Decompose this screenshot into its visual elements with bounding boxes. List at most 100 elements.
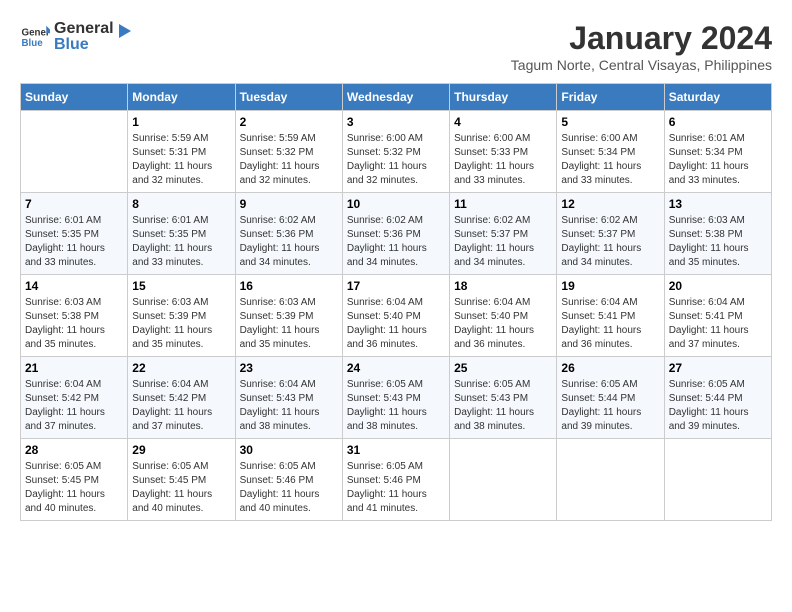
day-info: Sunrise: 6:02 AMSunset: 5:37 PMDaylight:…: [454, 214, 552, 270]
day-number: 7: [25, 197, 123, 211]
calendar-cell: 13Sunrise: 6:03 AMSunset: 5:38 PMDayligh…: [664, 193, 771, 275]
day-number: 31: [347, 443, 445, 457]
day-info: Sunrise: 6:01 AMSunset: 5:35 PMDaylight:…: [25, 214, 123, 270]
svg-text:Blue: Blue: [22, 38, 44, 49]
calendar-cell: 25 Sunrise: 6:05 AMSunset: 5:43 PMDayligh…: [450, 357, 557, 439]
day-number: 2: [240, 115, 338, 129]
day-info: Sunrise: 6:05 AMSunset: 5:44 PMDaylight:…: [561, 378, 659, 434]
day-number: 6: [669, 115, 767, 129]
logo-triangle-icon: [115, 22, 133, 40]
calendar-cell: 1Sunrise: 5:59 AMSunset: 5:31 PMDaylight…: [128, 111, 235, 193]
calendar-cell: 24Sunrise: 6:05 AMSunset: 5:43 PMDayligh…: [342, 357, 449, 439]
day-info: Sunrise: 6:01 AMSunset: 5:34 PMDaylight:…: [669, 132, 767, 188]
calendar-cell: 10Sunrise: 6:02 AMSunset: 5:36 PMDayligh…: [342, 193, 449, 275]
day-header-friday: Friday: [557, 84, 664, 111]
days-header-row: SundayMondayTuesdayWednesdayThursdayFrid…: [21, 84, 772, 111]
day-number: 26: [561, 361, 659, 375]
day-info: Sunrise: 6:05 AMSunset: 5:45 PMDaylight:…: [25, 460, 123, 516]
day-number: 14: [25, 279, 123, 293]
day-number: 8: [132, 197, 230, 211]
day-info: Sunrise: 5:59 AMSunset: 5:32 PMDaylight:…: [240, 132, 338, 188]
day-info: Sunrise: 6:05 AMSunset: 5:43 PMDaylight:…: [454, 378, 552, 434]
day-info: Sunrise: 6:02 AMSunset: 5:36 PMDaylight:…: [347, 214, 445, 270]
day-info: Sunrise: 6:04 AMSunset: 5:42 PMDaylight:…: [132, 378, 230, 434]
day-number: 27: [669, 361, 767, 375]
day-header-thursday: Thursday: [450, 84, 557, 111]
day-info: Sunrise: 6:04 AMSunset: 5:43 PMDaylight:…: [240, 378, 338, 434]
calendar-cell: 27 Sunrise: 6:05 AMSunset: 5:44 PMDayligh…: [664, 357, 771, 439]
day-number: 28: [25, 443, 123, 457]
day-info: Sunrise: 6:02 AMSunset: 5:36 PMDaylight:…: [240, 214, 338, 270]
day-header-monday: Monday: [128, 84, 235, 111]
day-number: 12: [561, 197, 659, 211]
day-number: 5: [561, 115, 659, 129]
logo-icon: General Blue: [20, 22, 50, 52]
day-info: Sunrise: 6:03 AMSunset: 5:39 PMDaylight:…: [132, 296, 230, 352]
calendar-cell: 4 Sunrise: 6:00 AMSunset: 5:33 PMDaylight…: [450, 111, 557, 193]
day-number: 22: [132, 361, 230, 375]
day-header-tuesday: Tuesday: [235, 84, 342, 111]
day-number: 11: [454, 197, 552, 211]
day-header-saturday: Saturday: [664, 84, 771, 111]
day-info: Sunrise: 6:04 AMSunset: 5:40 PMDaylight:…: [347, 296, 445, 352]
calendar-cell: 31Sunrise: 6:05 AMSunset: 5:46 PMDayligh…: [342, 439, 449, 521]
week-row-3: 14 Sunrise: 6:03 AMSunset: 5:38 PMDayligh…: [21, 275, 772, 357]
day-number: 19: [561, 279, 659, 293]
calendar-cell: [450, 439, 557, 521]
day-number: 21: [25, 361, 123, 375]
calendar-cell: 18 Sunrise: 6:04 AMSunset: 5:40 PMDayligh…: [450, 275, 557, 357]
calendar-cell: 6 Sunrise: 6:01 AMSunset: 5:34 PMDaylight…: [664, 111, 771, 193]
day-info: Sunrise: 6:05 AMSunset: 5:46 PMDaylight:…: [240, 460, 338, 516]
day-info: Sunrise: 6:05 AMSunset: 5:45 PMDaylight:…: [132, 460, 230, 516]
page-header: General Blue General Blue January 2024 T…: [20, 20, 772, 73]
calendar-cell: 23Sunrise: 6:04 AMSunset: 5:43 PMDayligh…: [235, 357, 342, 439]
calendar-table: SundayMondayTuesdayWednesdayThursdayFrid…: [20, 83, 772, 521]
day-number: 20: [669, 279, 767, 293]
day-number: 9: [240, 197, 338, 211]
calendar-cell: 2 Sunrise: 5:59 AMSunset: 5:32 PMDaylight…: [235, 111, 342, 193]
day-number: 4: [454, 115, 552, 129]
day-number: 16: [240, 279, 338, 293]
day-number: 24: [347, 361, 445, 375]
logo: General Blue General Blue: [20, 20, 133, 54]
day-number: 18: [454, 279, 552, 293]
calendar-cell: 5 Sunrise: 6:00 AMSunset: 5:34 PMDaylight…: [557, 111, 664, 193]
day-info: Sunrise: 6:05 AMSunset: 5:44 PMDaylight:…: [669, 378, 767, 434]
day-number: 30: [240, 443, 338, 457]
calendar-cell: 20Sunrise: 6:04 AMSunset: 5:41 PMDayligh…: [664, 275, 771, 357]
day-info: Sunrise: 6:02 AMSunset: 5:37 PMDaylight:…: [561, 214, 659, 270]
day-info: Sunrise: 6:00 AMSunset: 5:33 PMDaylight:…: [454, 132, 552, 188]
calendar-cell: 26 Sunrise: 6:05 AMSunset: 5:44 PMDayligh…: [557, 357, 664, 439]
calendar-cell: 11 Sunrise: 6:02 AMSunset: 5:37 PMDayligh…: [450, 193, 557, 275]
title-block: January 2024 Tagum Norte, Central Visaya…: [511, 20, 772, 73]
day-number: 1: [132, 115, 230, 129]
day-number: 29: [132, 443, 230, 457]
day-number: 13: [669, 197, 767, 211]
day-info: Sunrise: 6:00 AMSunset: 5:32 PMDaylight:…: [347, 132, 445, 188]
calendar-cell: 16Sunrise: 6:03 AMSunset: 5:39 PMDayligh…: [235, 275, 342, 357]
day-number: 25: [454, 361, 552, 375]
day-info: Sunrise: 6:03 AMSunset: 5:38 PMDaylight:…: [25, 296, 123, 352]
day-number: 15: [132, 279, 230, 293]
day-info: Sunrise: 6:01 AMSunset: 5:35 PMDaylight:…: [132, 214, 230, 270]
day-info: Sunrise: 6:04 AMSunset: 5:40 PMDaylight:…: [454, 296, 552, 352]
calendar-cell: 22 Sunrise: 6:04 AMSunset: 5:42 PMDayligh…: [128, 357, 235, 439]
calendar-cell: 9 Sunrise: 6:02 AMSunset: 5:36 PMDaylight…: [235, 193, 342, 275]
calendar-cell: 29 Sunrise: 6:05 AMSunset: 5:45 PMDayligh…: [128, 439, 235, 521]
week-row-1: 1Sunrise: 5:59 AMSunset: 5:31 PMDaylight…: [21, 111, 772, 193]
day-info: Sunrise: 6:04 AMSunset: 5:42 PMDaylight:…: [25, 378, 123, 434]
calendar-cell: 17Sunrise: 6:04 AMSunset: 5:40 PMDayligh…: [342, 275, 449, 357]
svg-text:General: General: [22, 28, 51, 39]
month-title: January 2024: [511, 20, 772, 57]
calendar-cell: 12 Sunrise: 6:02 AMSunset: 5:37 PMDayligh…: [557, 193, 664, 275]
calendar-cell: [664, 439, 771, 521]
day-number: 3: [347, 115, 445, 129]
calendar-cell: 14 Sunrise: 6:03 AMSunset: 5:38 PMDayligh…: [21, 275, 128, 357]
day-info: Sunrise: 6:04 AMSunset: 5:41 PMDaylight:…: [561, 296, 659, 352]
day-info: Sunrise: 6:00 AMSunset: 5:34 PMDaylight:…: [561, 132, 659, 188]
week-row-2: 7 Sunrise: 6:01 AMSunset: 5:35 PMDaylight…: [21, 193, 772, 275]
week-row-4: 21 Sunrise: 6:04 AMSunset: 5:42 PMDayligh…: [21, 357, 772, 439]
calendar-cell: 28 Sunrise: 6:05 AMSunset: 5:45 PMDayligh…: [21, 439, 128, 521]
calendar-cell: 15 Sunrise: 6:03 AMSunset: 5:39 PMDayligh…: [128, 275, 235, 357]
calendar-cell: [557, 439, 664, 521]
